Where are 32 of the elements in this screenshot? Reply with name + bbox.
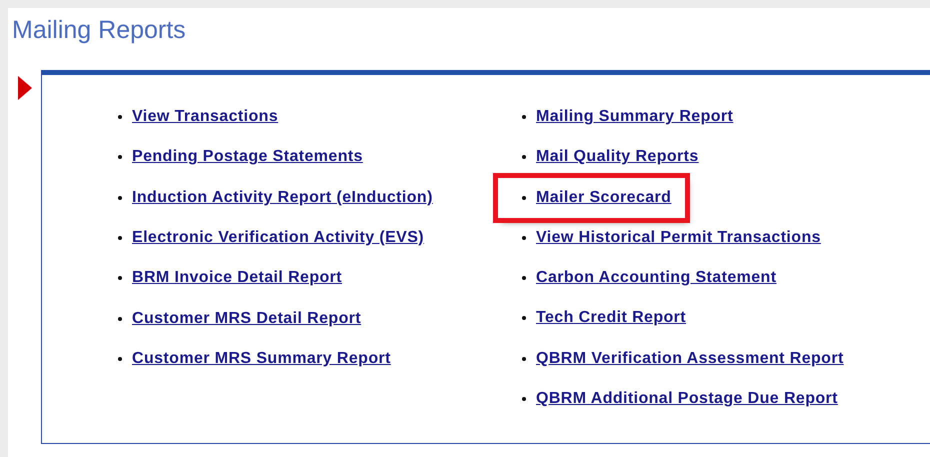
bullet-icon bbox=[522, 155, 526, 160]
bullet-icon bbox=[522, 396, 526, 401]
report-link[interactable]: Electronic Verification Activity (EVS) bbox=[132, 229, 424, 248]
report-link[interactable]: QBRM Additional Postage Due Report bbox=[536, 390, 838, 408]
report-link[interactable]: Customer MRS Summary Report bbox=[132, 350, 391, 368]
report-link[interactable]: Mailing Summary Report bbox=[536, 108, 734, 126]
report-link[interactable]: QBRM Verification Assessment Report bbox=[536, 350, 844, 368]
report-link[interactable]: Carbon Accounting Statement bbox=[536, 269, 776, 288]
report-link[interactable]: Pending Postage Statements bbox=[132, 148, 363, 166]
report-link[interactable]: BRM Invoice Detail Report bbox=[132, 269, 342, 288]
report-link[interactable]: Induction Activity Report (eInduction) bbox=[132, 188, 433, 207]
bullet-icon bbox=[118, 316, 122, 321]
bullet-icon bbox=[118, 236, 122, 240]
bullet-icon bbox=[522, 115, 526, 120]
report-link[interactable]: Tech Credit Report bbox=[536, 309, 686, 328]
report-link[interactable]: Customer MRS Detail Report bbox=[132, 310, 362, 328]
bullet-icon bbox=[522, 316, 526, 320]
report-link[interactable]: Mail Quality Reports bbox=[536, 148, 699, 166]
bullet-icon bbox=[118, 276, 122, 280]
bullet-icon bbox=[118, 196, 122, 200]
page-title: Mailing Reports bbox=[12, 16, 187, 44]
report-link[interactable]: View Transactions bbox=[132, 108, 278, 126]
bullet-icon bbox=[522, 236, 526, 240]
report-link[interactable]: View Historical Permit Transactions bbox=[536, 228, 821, 247]
bullet-icon bbox=[118, 356, 122, 361]
bullet-icon bbox=[522, 196, 526, 200]
bullet-icon bbox=[522, 276, 526, 280]
triangle-icon bbox=[18, 76, 32, 100]
bullet-icon bbox=[522, 356, 526, 361]
report-link[interactable]: Mailer Scorecard bbox=[536, 188, 672, 207]
bullet-icon bbox=[118, 155, 122, 160]
bullet-icon bbox=[118, 115, 122, 120]
